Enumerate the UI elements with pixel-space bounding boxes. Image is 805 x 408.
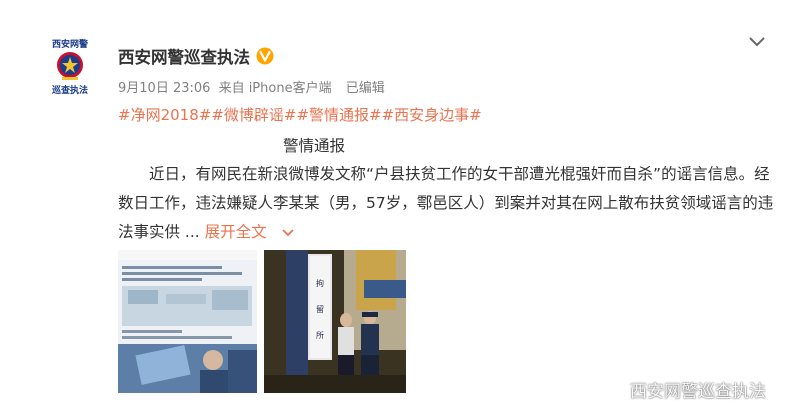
expand-label: 展开全文 — [204, 223, 267, 241]
hashtag-link[interactable]: #警情通报# — [296, 106, 381, 124]
avatar-text-top: 西安网警 — [52, 38, 88, 50]
sign-text-1: 拘 — [316, 278, 324, 288]
post-source: 来自 iPhone客户端 — [218, 81, 332, 96]
watermark-text: 西安网警巡查执法 — [630, 382, 766, 402]
avatar[interactable]: 西安网警 巡查执法 — [46, 38, 94, 96]
police-station-photo[interactable]: 拘 留 所 — [264, 250, 406, 393]
avatar-text-bottom: 巡查执法 — [52, 84, 88, 96]
weibo-watermark: 西安网警巡查执法 — [596, 377, 766, 402]
post-meta: 9月10日 23:06 来自 iPhone客户端 已编辑 — [118, 77, 389, 96]
timestamp[interactable]: 9月10日 23:06 — [118, 81, 210, 96]
post-body: 近日，有网民在新浪微博发文称“户县扶贫工作的女干部遭光棍强奸而自杀”的谣言信息。… — [118, 160, 778, 247]
post-heading: 警情通报 — [283, 137, 346, 155]
police-station-image: 拘 留 所 — [264, 250, 406, 393]
hashtag-link[interactable]: #净网2018# — [118, 106, 211, 124]
screenshot-thumbnail[interactable] — [118, 250, 257, 393]
chevron-down-icon[interactable] — [748, 36, 766, 48]
hashtag-link[interactable]: #西安身边事# — [382, 106, 482, 124]
edited-label: 已编辑 — [345, 81, 385, 96]
chevron-down-icon — [281, 228, 294, 236]
sign-text-3: 所 — [316, 330, 324, 340]
hashtag-link[interactable]: #微博辟谣# — [211, 106, 296, 124]
verified-badge-icon — [256, 47, 274, 65]
screenshot-image — [118, 250, 257, 393]
police-emblem-logo: 西安网警 巡查执法 — [46, 38, 94, 96]
hashtags: #净网2018##微博辟谣##警情通报##西安身边事# — [118, 104, 482, 125]
weibo-post-card: 西安网警 巡查执法 西安网警巡查执法 9月10日 23:06 来自 iPhone… — [0, 0, 805, 408]
weibo-logo-icon — [597, 381, 624, 400]
username-row: 西安网警巡查执法 — [118, 44, 274, 68]
username-link[interactable]: 西安网警巡查执法 — [118, 44, 250, 68]
sign-text-2: 留 — [316, 304, 324, 314]
expand-full-text-link[interactable]: 展开全文 — [205, 223, 294, 241]
